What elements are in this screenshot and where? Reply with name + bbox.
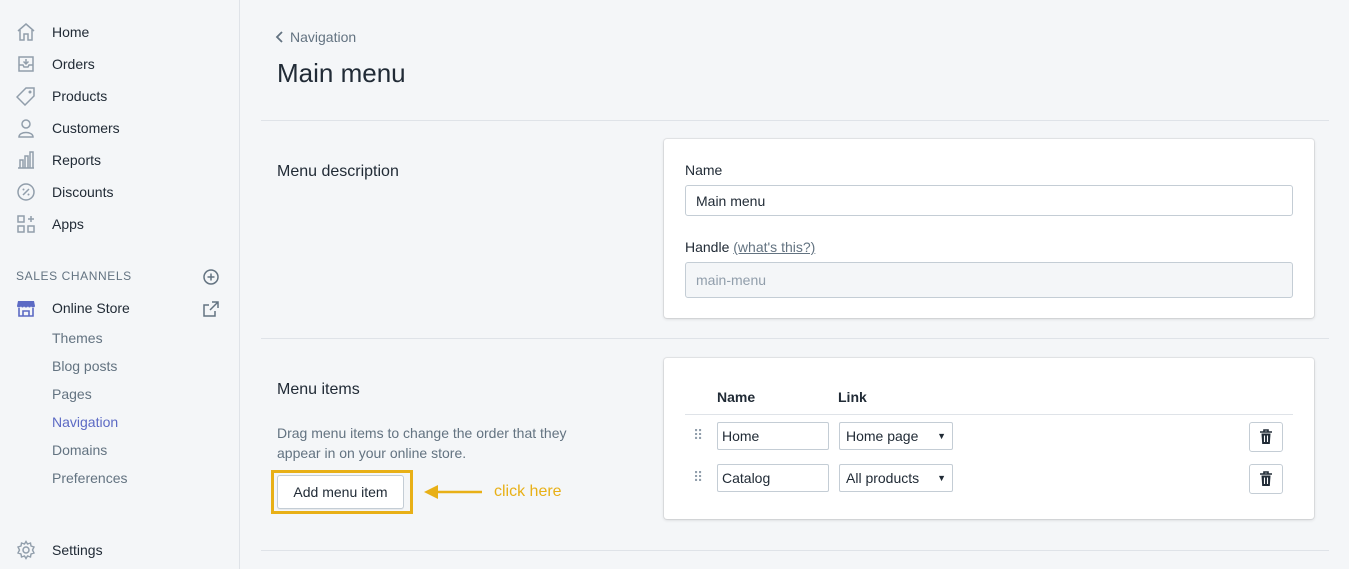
sidebar-subitem-pages[interactable]: Pages xyxy=(52,386,92,402)
sidebar-item-home[interactable]: Home xyxy=(0,16,239,48)
caret-down-icon: ▼ xyxy=(937,431,946,441)
sidebar-item-label: Online Store xyxy=(52,300,130,316)
sidebar-item-orders[interactable]: Orders xyxy=(0,48,239,80)
delete-menu-item-button[interactable] xyxy=(1249,422,1283,452)
sidebar-subitem-domains[interactable]: Domains xyxy=(52,442,107,458)
handle-help-link[interactable]: (what's this?) xyxy=(733,239,815,255)
sidebar-subitem-navigation[interactable]: Navigation xyxy=(52,414,118,430)
gear-icon xyxy=(16,540,36,560)
menu-description-card: Name Handle (what's this?) xyxy=(664,139,1314,318)
menu-items-description: Drag menu items to change the order that… xyxy=(277,425,567,461)
menu-item-link-value: All products xyxy=(846,470,920,486)
menu-items-heading: Menu items xyxy=(277,381,360,398)
table-row: ⠿ Home page ▼ xyxy=(685,422,1293,452)
person-icon xyxy=(16,118,36,138)
sidebar-item-label: Apps xyxy=(52,216,84,232)
sidebar-item-label: Home xyxy=(52,24,90,40)
page-title: Main menu xyxy=(277,58,406,88)
sidebar-item-label: Orders xyxy=(52,56,95,72)
drag-handle-icon[interactable]: ⠿ xyxy=(693,470,703,484)
sidebar-subitem-blog-posts[interactable]: Blog posts xyxy=(52,358,117,374)
store-icon xyxy=(16,298,36,318)
sidebar-subitem-themes[interactable]: Themes xyxy=(52,330,103,346)
tag-icon xyxy=(16,86,36,106)
orders-icon xyxy=(16,54,36,74)
menu-item-name-input[interactable] xyxy=(717,464,829,492)
handle-input xyxy=(685,262,1293,298)
bar-chart-icon xyxy=(16,150,36,170)
home-icon xyxy=(16,22,36,42)
external-link-icon[interactable] xyxy=(202,300,220,318)
sidebar-item-label: Customers xyxy=(52,120,120,136)
sidebar-item-reports[interactable]: Reports xyxy=(0,144,239,176)
sales-channels-title: SALES CHANNELS xyxy=(16,269,132,283)
click-here-annotation: click here xyxy=(494,483,562,500)
menu-item-link-value: Home page xyxy=(846,428,919,444)
chevron-left-icon xyxy=(275,31,283,43)
add-menu-item-button[interactable]: Add menu item xyxy=(277,475,404,509)
sidebar-item-label: Reports xyxy=(52,152,102,168)
table-row: ⠿ All products ▼ xyxy=(685,464,1293,494)
sidebar-item-products[interactable]: Products xyxy=(0,80,239,112)
sidebar-item-label: Products xyxy=(52,88,108,104)
column-header-name: Name xyxy=(717,389,756,405)
discount-badge-icon xyxy=(16,182,36,202)
column-header-link: Link xyxy=(838,389,867,405)
arrow-left-icon xyxy=(424,485,482,499)
sidebar-item-settings[interactable]: Settings xyxy=(0,534,239,566)
sidebar-item-apps[interactable]: Apps xyxy=(0,208,239,240)
menu-items-card: Name Link ⠿ Home page ▼ ⠿ All products ▼ xyxy=(664,358,1314,519)
breadcrumb-label: Navigation xyxy=(290,29,357,45)
drag-handle-icon[interactable]: ⠿ xyxy=(693,428,703,442)
sidebar-subitem-preferences[interactable]: Preferences xyxy=(52,470,127,486)
handle-label: Handle (what's this?) xyxy=(685,239,815,255)
sidebar-item-label: Discounts xyxy=(52,184,114,200)
sidebar-item-discounts[interactable]: Discounts xyxy=(0,176,239,208)
trash-icon xyxy=(1260,429,1272,444)
breadcrumb[interactable]: Navigation xyxy=(275,29,356,45)
menu-item-link-select[interactable]: Home page ▼ xyxy=(839,422,953,450)
sidebar-item-customers[interactable]: Customers xyxy=(0,112,239,144)
menu-item-link-select[interactable]: All products ▼ xyxy=(839,464,953,492)
menu-item-name-input[interactable] xyxy=(717,422,829,450)
sidebar: Home Orders Products Customers Reports D… xyxy=(0,0,240,569)
section-divider xyxy=(261,550,1329,551)
table-divider xyxy=(685,414,1293,415)
section-divider xyxy=(261,338,1329,339)
add-circle-icon[interactable] xyxy=(202,268,220,286)
apps-grid-icon xyxy=(16,214,36,234)
handle-label-text: Handle xyxy=(685,239,730,255)
delete-menu-item-button[interactable] xyxy=(1249,464,1283,494)
caret-down-icon: ▼ xyxy=(937,473,946,483)
menu-description-heading: Menu description xyxy=(277,163,399,180)
menu-name-input[interactable] xyxy=(685,185,1293,216)
section-divider xyxy=(261,120,1329,121)
name-label: Name xyxy=(685,162,723,178)
trash-icon xyxy=(1260,471,1272,486)
sidebar-item-label: Settings xyxy=(52,542,103,558)
